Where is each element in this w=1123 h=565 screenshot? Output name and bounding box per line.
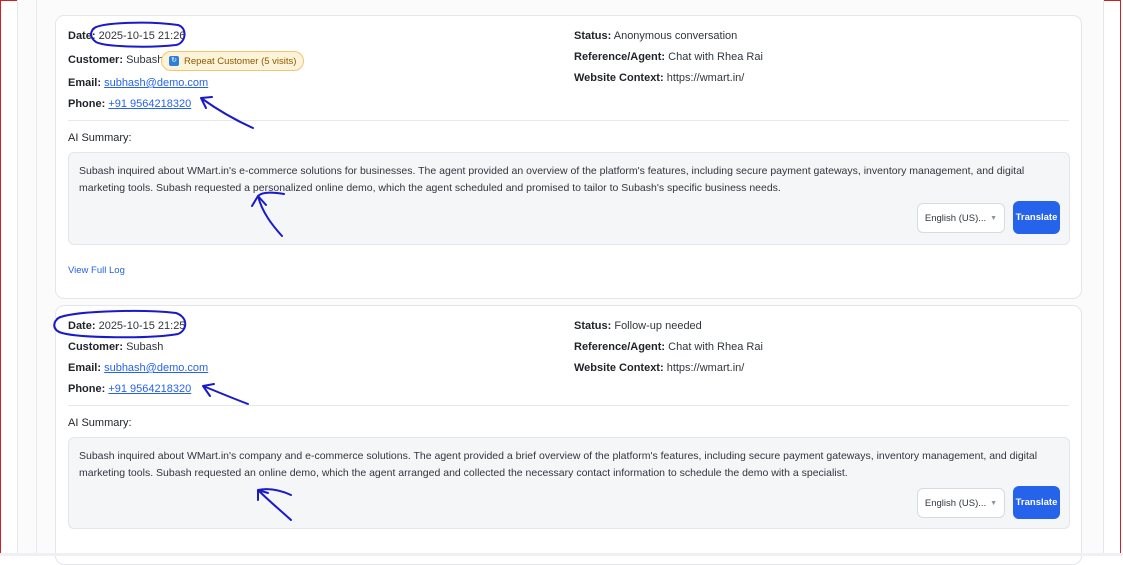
customer-label: Customer: [68,54,124,66]
status-label: Status: [574,320,612,332]
phone-link[interactable]: +91 9564218320 [108,98,191,110]
status-value: Anonymous conversation [613,30,738,42]
email-label: Email: [68,77,102,89]
repeat-customer-icon: ↻ [169,56,179,66]
customer-field: Customer: Subash [68,53,163,67]
language-value: English (US)... [924,497,987,509]
email-link[interactable]: subhash@demo.com [104,362,208,374]
phone-field: Phone: +91 9564218320 [68,382,191,396]
email-link[interactable]: subhash@demo.com [104,77,208,89]
date-label: Date: [68,320,96,332]
date-value: 2025-10-15 21:26 [98,30,186,42]
ai-summary-box: Subash inquired about WMart.in's company… [68,437,1070,529]
website-label: Website Context: [574,72,664,84]
date-label: Date: [68,30,96,42]
customer-value: Subash [126,54,164,66]
email-field: Email: subhash@demo.com [68,361,208,375]
phone-link[interactable]: +91 9564218320 [108,383,191,395]
repeat-customer-badge: ↻ Repeat Customer (5 visits) [161,51,305,71]
phone-field: Phone: +91 9564218320 [68,97,191,111]
ai-summary-box: Subash inquired about WMart.in's e-comme… [68,152,1070,245]
language-value: English (US)... [924,212,987,224]
chevron-down-icon: ▼ [990,499,998,507]
status-label: Status: [574,30,612,42]
customer-value: Subash [126,341,164,353]
ai-summary-text: Subash inquired about WMart.in's company… [79,450,1038,479]
agent-label: Reference/Agent: [574,341,666,353]
website-field: Website Context: https://wmart.in/ [574,71,744,85]
agent-field: Reference/Agent: Chat with Rhea Rai [574,50,763,64]
ai-summary-label: AI Summary: [68,132,132,144]
agent-field: Reference/Agent: Chat with Rhea Rai [574,340,763,354]
website-value: https://wmart.in/ [666,362,745,374]
date-field: Date: 2025-10-15 21:26 [68,29,185,43]
translate-button[interactable]: Translate [1013,486,1060,519]
conversation-card: Date: 2025-10-15 21:25 Customer: Subash … [55,305,1082,565]
list-rail [36,0,37,556]
conversation-card: Date: 2025-10-15 21:26 Customer: Subash … [55,15,1082,299]
status-field: Status: Follow-up needed [574,319,702,333]
phone-label: Phone: [68,98,106,110]
website-field: Website Context: https://wmart.in/ [574,361,744,375]
email-label: Email: [68,362,102,374]
language-select[interactable]: English (US)... ▼ [917,488,1005,518]
divider [68,120,1069,121]
customer-label: Customer: [68,341,124,353]
date-value: 2025-10-15 21:25 [98,320,186,332]
view-full-log-link[interactable]: View Full Log [68,265,125,276]
email-field: Email: subhash@demo.com [68,76,208,90]
language-select[interactable]: English (US)... ▼ [917,203,1005,233]
ai-summary-label: AI Summary: [68,417,132,429]
chevron-down-icon: ▼ [990,214,998,222]
agent-label: Reference/Agent: [574,51,666,63]
phone-label: Phone: [68,383,106,395]
translate-button[interactable]: Translate [1013,201,1060,234]
status-value: Follow-up needed [614,320,702,332]
website-value: https://wmart.in/ [666,72,745,84]
status-field: Status: Anonymous conversation [574,29,737,43]
badge-label: Repeat Customer (5 visits) [184,55,297,67]
divider [68,405,1069,406]
date-field: Date: 2025-10-15 21:25 [68,319,185,333]
agent-value: Chat with Rhea Rai [668,51,763,63]
ai-summary-text: Subash inquired about WMart.in's e-comme… [79,165,1025,194]
agent-value: Chat with Rhea Rai [668,341,763,353]
customer-field: Customer: Subash [68,340,163,354]
website-label: Website Context: [574,362,664,374]
